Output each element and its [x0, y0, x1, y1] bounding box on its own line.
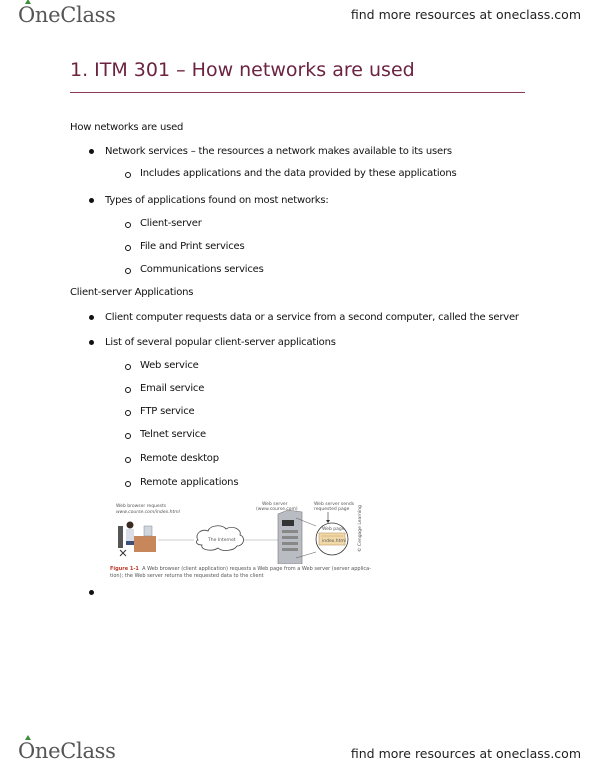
list-item: List of several popular client-server ap…: [105, 337, 336, 348]
sub-list-item: FTP service: [140, 406, 195, 417]
sub-list-item: Web service: [140, 360, 199, 371]
sub-list-item: Remote applications: [140, 477, 239, 488]
client-computer-icon: [118, 521, 156, 557]
caption-line-1: A Web browser (client application) reque…: [142, 566, 371, 572]
web-server-icon: [277, 509, 303, 565]
title-divider: [70, 92, 525, 93]
page-title: 1. ITM 301 – How networks are used: [70, 59, 415, 81]
sub-bullet-icon: [125, 268, 131, 274]
figure-credit: © Cengage Learning: [356, 505, 363, 552]
sub-list-item: Telnet service: [140, 429, 206, 440]
header-tagline-link[interactable]: find more resources at oneclass.com: [351, 7, 581, 22]
sub-list-item: Client-server: [140, 218, 202, 229]
sub-bullet-icon: [125, 245, 131, 251]
cloud-label: The Internet: [207, 537, 236, 543]
sub-list-item: Communications services: [140, 264, 264, 275]
sub-bullet-icon: [125, 481, 131, 487]
section-heading: How networks are used: [70, 122, 184, 133]
sub-list-item: File and Print services: [140, 241, 245, 252]
client-label: Web browser requests: [116, 503, 167, 509]
client-url: www.course.com/index.html: [116, 509, 181, 515]
list-item: Network services – the resources a netwo…: [105, 146, 452, 157]
web-page-file: index.html: [322, 538, 346, 544]
sub-bullet-icon: [125, 387, 131, 393]
footer-logo-text: OneClass: [18, 739, 116, 763]
list-item: Client computer requests data or a servi…: [105, 312, 519, 323]
sub-list-item: Email service: [140, 383, 205, 394]
client-server-figure: Web browser requests www.course.com/inde…: [110, 500, 372, 582]
bullet-icon: [89, 340, 94, 345]
logo-text: OneClass: [18, 3, 116, 27]
section-heading: Client-server Applications: [70, 287, 194, 298]
bullet-icon: [89, 149, 94, 154]
sub-list-item: Remote desktop: [140, 453, 219, 464]
leaf-icon: [25, 0, 31, 4]
internet-cloud-icon: The Internet: [195, 525, 244, 551]
footer-oneclass-logo[interactable]: OneClass: [18, 735, 116, 763]
web-page-icon: Web page index.html: [315, 522, 349, 556]
empty-bullet-icon: [89, 590, 94, 595]
list-item: Types of applications found on most netw…: [105, 195, 329, 206]
sub-bullet-icon: [125, 410, 131, 416]
server-sends-label-2: requested page: [314, 506, 350, 512]
bullet-icon: [89, 315, 94, 320]
figure-illustration: Web browser requests www.course.com/inde…: [116, 501, 363, 565]
sub-bullet-icon: [125, 433, 131, 439]
footer-tagline-link[interactable]: find more resources at oneclass.com: [351, 746, 581, 761]
oneclass-logo[interactable]: OneClass: [18, 0, 116, 27]
sub-bullet-icon: [125, 364, 131, 370]
sub-bullet-icon: [125, 222, 131, 228]
figure-label: Figure 1-1: [110, 566, 139, 572]
caption-line-2: tion); the Web server returns the reques…: [110, 573, 264, 579]
figure-caption: Figure 1-1 A Web browser (client applica…: [110, 566, 371, 572]
sub-bullet-icon: [125, 457, 131, 463]
leaf-icon: [25, 735, 31, 740]
sub-bullet-icon: [125, 172, 131, 178]
web-page-label: Web page: [322, 526, 345, 532]
sub-list-item: Includes applications and the data provi…: [140, 168, 457, 179]
bullet-icon: [89, 198, 94, 203]
